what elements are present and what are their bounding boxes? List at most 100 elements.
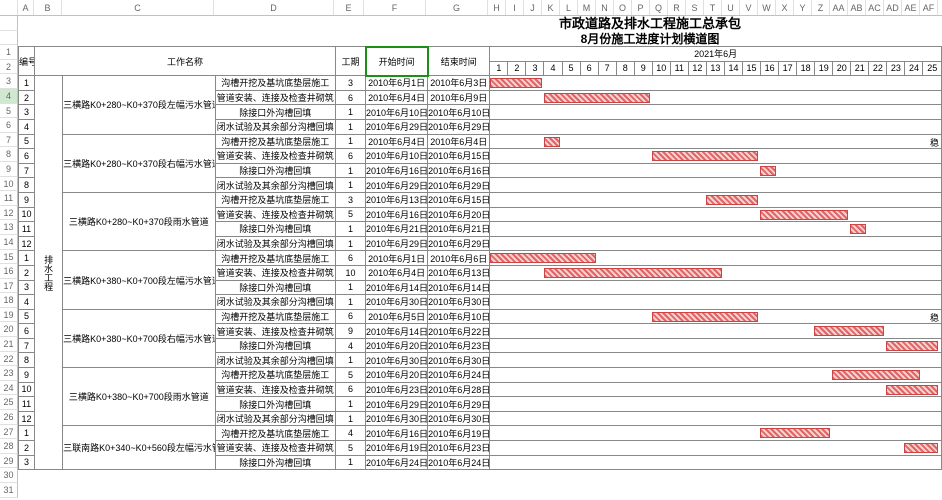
gantt-area[interactable] — [490, 411, 942, 426]
gantt-bar[interactable] — [814, 326, 884, 336]
cell-task[interactable]: 沟槽开挖及基坑底垫层施工 — [215, 134, 335, 149]
gantt-bar[interactable] — [544, 137, 560, 147]
row-number[interactable]: 3 — [0, 74, 18, 89]
gantt-area[interactable] — [490, 207, 942, 222]
cell-end[interactable]: 2010年6月30日 — [428, 295, 490, 310]
col-letter[interactable]: AA — [830, 0, 848, 15]
row-number[interactable]: 10 — [0, 177, 18, 192]
col-letter[interactable]: Y — [794, 0, 812, 15]
cell-end[interactable]: 2010年6月15日 — [428, 192, 490, 207]
row-number[interactable]: 25 — [0, 395, 18, 410]
cell-task[interactable]: 除接口外沟槽回填 — [215, 338, 335, 353]
cell-idx[interactable]: 12 — [19, 411, 35, 426]
cell-idx[interactable]: 2 — [19, 265, 35, 280]
col-letter[interactable]: M — [578, 0, 596, 15]
cell-task[interactable]: 管道安装、连接及检查井砌筑 — [215, 90, 335, 105]
row-number[interactable]: 27 — [0, 425, 18, 440]
cell-dur[interactable]: 6 — [335, 149, 365, 164]
cell-idx[interactable]: 1 — [19, 426, 35, 441]
gantt-bar[interactable] — [490, 253, 596, 263]
col-letter[interactable]: V — [740, 0, 758, 15]
gantt-area[interactable] — [490, 163, 942, 178]
cell-idx[interactable]: 7 — [19, 163, 35, 178]
cell-start[interactable]: 2010年6月4日 — [366, 265, 428, 280]
cell-task[interactable]: 沟槽开挖及基坑底垫层施工 — [215, 368, 335, 383]
cell-end[interactable]: 2010年6月10日 — [428, 309, 490, 324]
gantt-area[interactable]: 稳 — [490, 309, 942, 324]
cell-start[interactable]: 2010年6月29日 — [366, 397, 428, 412]
gantt-area[interactable] — [490, 353, 942, 368]
cell-dur[interactable]: 6 — [335, 309, 365, 324]
gantt-bar[interactable] — [886, 385, 938, 395]
cell-start[interactable]: 2010年6月19日 — [366, 441, 428, 456]
gantt-bar[interactable] — [490, 78, 542, 88]
cell-end[interactable]: 2010年6月22日 — [428, 324, 490, 339]
cell-idx[interactable]: 11 — [19, 222, 35, 237]
cell-idx[interactable]: 1 — [19, 251, 35, 266]
cell-end[interactable]: 2010年6月29日 — [428, 178, 490, 193]
col-letter[interactable]: C — [62, 0, 214, 15]
gantt-bar[interactable] — [832, 370, 920, 380]
gantt-bar[interactable] — [886, 341, 938, 351]
cell-idx[interactable]: 10 — [19, 207, 35, 222]
cell-start[interactable]: 2010年6月1日 — [366, 251, 428, 266]
cell-task[interactable]: 闭水试验及其余部分沟槽回填 — [215, 236, 335, 251]
gantt-area[interactable] — [490, 76, 942, 91]
cell-idx[interactable]: 11 — [19, 397, 35, 412]
cell-end[interactable]: 2010年6月29日 — [428, 397, 490, 412]
cell-task[interactable]: 除接口外沟槽回填 — [215, 222, 335, 237]
cell-end[interactable]: 2010年6月20日 — [428, 207, 490, 222]
col-letter[interactable]: R — [668, 0, 686, 15]
row-number[interactable]: 19 — [0, 308, 18, 323]
cell-idx[interactable]: 4 — [19, 295, 35, 310]
cell-start[interactable]: 2010年6月16日 — [366, 163, 428, 178]
row-number[interactable]: 12 — [0, 206, 18, 221]
gantt-area[interactable] — [490, 368, 942, 383]
cell-start[interactable]: 2010年6月14日 — [366, 324, 428, 339]
cell-task[interactable]: 除接口外沟槽回填 — [215, 105, 335, 120]
cell-task[interactable]: 闭水试验及其余部分沟槽回填 — [215, 411, 335, 426]
gantt-bar[interactable] — [760, 166, 776, 176]
cell-idx[interactable]: 5 — [19, 309, 35, 324]
col-letter[interactable]: E — [334, 0, 364, 15]
cell-start[interactable]: 2010年6月20日 — [366, 338, 428, 353]
row-number[interactable]: 22 — [0, 352, 18, 367]
gantt-area[interactable] — [490, 119, 942, 134]
row-number[interactable]: 29 — [0, 454, 18, 469]
cell-start[interactable]: 2010年6月5日 — [366, 309, 428, 324]
gantt-bar[interactable] — [652, 151, 758, 161]
cell-start[interactable]: 2010年6月10日 — [366, 149, 428, 164]
col-letter[interactable]: O — [614, 0, 632, 15]
cell-task[interactable]: 闭水试验及其余部分沟槽回填 — [215, 119, 335, 134]
cell-idx[interactable]: 3 — [19, 105, 35, 120]
cell-dur[interactable]: 10 — [335, 265, 365, 280]
col-letter[interactable]: A — [18, 0, 34, 15]
cell-task[interactable]: 沟槽开挖及基坑底垫层施工 — [215, 76, 335, 91]
cell-end[interactable]: 2010年6月30日 — [428, 411, 490, 426]
cell-dur[interactable]: 1 — [335, 455, 365, 470]
cell-idx[interactable]: 1 — [19, 76, 35, 91]
cell-end[interactable]: 2010年6月13日 — [428, 265, 490, 280]
cell-idx[interactable]: 4 — [19, 119, 35, 134]
cell-start[interactable]: 2010年6月24日 — [366, 455, 428, 470]
col-letter[interactable]: AF — [920, 0, 938, 15]
col-letter[interactable]: D — [214, 0, 334, 15]
cell-idx[interactable]: 3 — [19, 455, 35, 470]
col-letter[interactable]: P — [632, 0, 650, 15]
cell-start[interactable]: 2010年6月16日 — [366, 207, 428, 222]
gantt-area[interactable] — [490, 397, 942, 412]
gantt-area[interactable] — [490, 265, 942, 280]
cell-idx[interactable]: 8 — [19, 353, 35, 368]
col-letter[interactable]: F — [364, 0, 426, 15]
cell-dur[interactable]: 4 — [335, 338, 365, 353]
row-number[interactable]: 9 — [0, 162, 18, 177]
gantt-area[interactable] — [490, 251, 942, 266]
row-number[interactable]: 21 — [0, 337, 18, 352]
gantt-area[interactable] — [490, 324, 942, 339]
gantt-bar[interactable] — [706, 195, 758, 205]
cell-end[interactable]: 2010年6月15日 — [428, 149, 490, 164]
cell-task[interactable]: 沟槽开挖及基坑底垫层施工 — [215, 309, 335, 324]
col-letter[interactable]: J — [524, 0, 542, 15]
gantt-area[interactable] — [490, 441, 942, 456]
cell-end[interactable]: 2010年6月19日 — [428, 426, 490, 441]
